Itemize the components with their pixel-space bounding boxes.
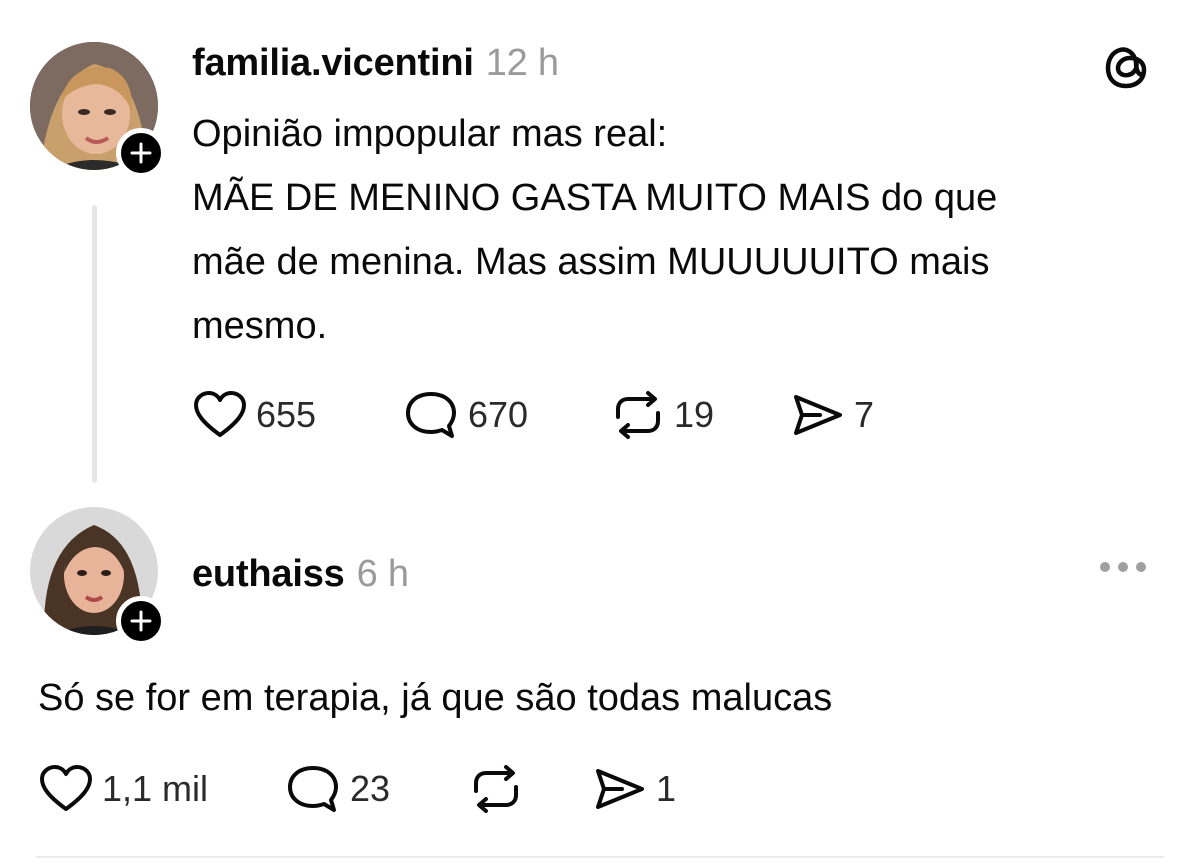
post-text-line: Opinião impopular mas real:	[192, 113, 668, 155]
post-action-bar: 655 670 19 7	[192, 388, 874, 442]
send-icon	[794, 395, 842, 435]
reply-username[interactable]: euthaiss	[192, 553, 345, 595]
bottom-divider	[36, 856, 1164, 858]
post-author-header: familia.vicentini 12 h	[192, 42, 559, 85]
reply-button[interactable]: 670	[402, 388, 610, 442]
threads-post-screen: familia.vicentini 12 h Opinião impopular …	[0, 0, 1200, 868]
reply-reply-button[interactable]: 23	[284, 762, 468, 816]
speech-bubble-icon	[288, 766, 338, 812]
reply-text: Só se for em terapia, já que são todas m…	[38, 677, 833, 719]
post-text-line: mesmo.	[192, 305, 328, 347]
reply-repost-button[interactable]	[468, 763, 592, 815]
repost-button[interactable]: 19	[610, 389, 790, 441]
speech-bubble-icon	[406, 392, 456, 438]
reply-body: Só se for em terapia, já que são todas m…	[38, 666, 832, 730]
reply-reply-count: 23	[350, 768, 391, 809]
more-dot	[1100, 562, 1110, 572]
heart-icon	[194, 391, 246, 437]
reply-like-count: 1,1 mil	[102, 768, 209, 809]
repost-icon	[474, 765, 518, 813]
reply-share-button[interactable]: 1	[592, 763, 676, 815]
post-timestamp: 12 h	[485, 42, 559, 84]
share-count: 7	[854, 394, 875, 435]
reply-count: 670	[468, 394, 529, 435]
threads-logo-icon[interactable]	[1100, 40, 1152, 97]
plus-icon	[130, 610, 152, 632]
more-icon[interactable]	[1100, 562, 1146, 572]
share-button[interactable]: 7	[790, 389, 874, 441]
send-icon	[596, 769, 644, 809]
follow-button-euthaiss[interactable]	[116, 596, 166, 646]
post-body: Opinião impopular mas real: MÃE DE MENIN…	[192, 102, 997, 358]
repost-icon	[616, 391, 660, 439]
reply-like-button[interactable]: 1,1 mil	[38, 763, 284, 815]
like-button[interactable]: 655	[192, 389, 402, 441]
post-text-line: MÃE DE MENINO GASTA MUITO MAIS do que	[192, 177, 998, 219]
post-text-line: mãe de menina. Mas assim MUUUUUITO mais	[192, 241, 990, 283]
post-username[interactable]: familia.vicentini	[192, 42, 474, 84]
reply-timestamp: 6 h	[356, 553, 409, 595]
reply-share-count: 1	[656, 768, 677, 809]
more-dot	[1136, 562, 1146, 572]
more-dot	[1118, 562, 1128, 572]
repost-count: 19	[674, 394, 715, 435]
thread-connector-line	[92, 205, 97, 483]
heart-icon	[40, 765, 92, 811]
reply-action-bar: 1,1 mil 23 1	[38, 762, 676, 816]
plus-icon	[130, 142, 152, 164]
follow-button-familia-vicentini[interactable]	[116, 128, 166, 178]
reply-author-header: euthaiss 6 h	[192, 553, 409, 596]
like-count: 655	[256, 394, 317, 435]
